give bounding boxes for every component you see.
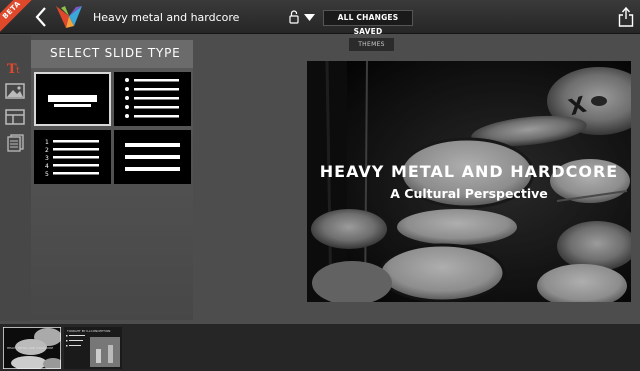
- top-bar: BETA Heavy metal and hardcore ALL CHANGE…: [0, 0, 640, 36]
- slide-type-lines[interactable]: [114, 130, 191, 184]
- numbered-list-icon: 1 2 3 4 5: [45, 139, 99, 178]
- list-number: 3: [45, 155, 49, 162]
- slide-type-title[interactable]: [34, 72, 111, 126]
- thumbnail-caption: HEAVY METAL AND HARDCORE: [7, 346, 54, 350]
- save-status-badge: ALL CHANGES SAVED: [323, 10, 413, 36]
- slide-type-panel: SELECT SLIDE TYPE 1 2 3 4 5: [31, 40, 193, 320]
- tool-rail: T t: [0, 35, 31, 321]
- slide-type-numbered-list[interactable]: 1 2 3 4 5: [34, 130, 111, 184]
- panel-title: SELECT SLIDE TYPE: [50, 46, 181, 60]
- document-title[interactable]: Heavy metal and hardcore: [93, 11, 239, 24]
- chevron-down-icon[interactable]: [304, 14, 315, 21]
- share-icon[interactable]: [618, 6, 634, 28]
- drum-kit-photo: X: [307, 61, 631, 302]
- slide-title[interactable]: HEAVY METAL AND HARDCORE: [307, 162, 631, 181]
- thumbnail-caption: TONIGHT BY ILLCONCEPTION: [67, 329, 111, 333]
- panel-header: SELECT SLIDE TYPE: [31, 40, 193, 68]
- back-arrow-icon[interactable]: [34, 6, 48, 28]
- notes-tool-icon[interactable]: [5, 134, 25, 152]
- list-number: 2: [45, 147, 49, 154]
- slide-thumbnail[interactable]: TONIGHT BY ILLCONCEPTION: [64, 327, 122, 369]
- beta-badge: BETA: [0, 0, 34, 33]
- slide-canvas[interactable]: X HEAVY METAL AND HARDCORE A Cultural Pe…: [307, 61, 631, 302]
- lines-layout-icon: [125, 143, 180, 171]
- bulleted-list-icon: [125, 78, 179, 118]
- text-tool-icon[interactable]: T t: [5, 59, 25, 77]
- themes-tab[interactable]: THEMES: [349, 38, 394, 51]
- layout-tool-icon[interactable]: [5, 108, 25, 126]
- image-tool-icon[interactable]: [5, 82, 25, 100]
- slide-thumbnail[interactable]: HEAVY METAL AND HARDCORE: [3, 327, 61, 369]
- slide-type-bulleted-list[interactable]: [114, 72, 191, 126]
- svg-text:t: t: [16, 66, 20, 76]
- slide-filmstrip: HEAVY METAL AND HARDCORE TONIGHT BY ILLC…: [0, 324, 640, 371]
- slide-subtitle[interactable]: A Cultural Perspective: [307, 186, 631, 201]
- list-number: 5: [45, 171, 49, 178]
- list-number: 1: [45, 139, 49, 146]
- lock-icon[interactable]: [289, 9, 299, 24]
- thumbnail-image: [64, 327, 122, 369]
- list-number: 4: [45, 163, 49, 170]
- title-layout-icon: [48, 95, 97, 107]
- app-logo-icon: [56, 6, 82, 28]
